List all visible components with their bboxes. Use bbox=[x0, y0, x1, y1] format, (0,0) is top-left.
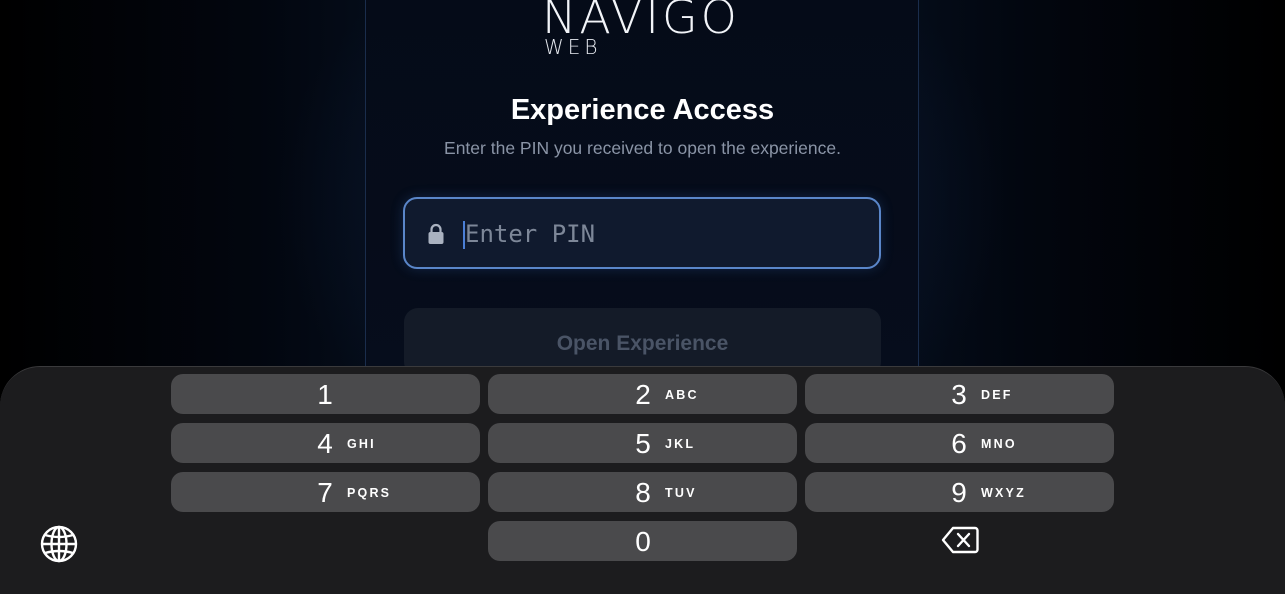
lock-icon bbox=[427, 223, 445, 245]
key-letters: WXYZ bbox=[981, 486, 1026, 500]
key-5[interactable]: 5 JKL bbox=[488, 423, 797, 463]
screen: NAVIGO WEB Experience Access Enter the P… bbox=[0, 0, 1285, 594]
text-caret bbox=[463, 221, 465, 249]
key-letters: TUV bbox=[665, 486, 697, 500]
key-3[interactable]: 3 DEF bbox=[805, 374, 1114, 414]
numeric-keyboard: 1 2 ABC 3 DEF 4 GHI 5 JKL 6 MNO 7 PQRS 8… bbox=[0, 366, 1285, 594]
delete-backspace-icon[interactable] bbox=[941, 525, 979, 555]
key-4[interactable]: 4 GHI bbox=[171, 423, 480, 463]
key-digit: 5 bbox=[635, 428, 651, 459]
key-7[interactable]: 7 PQRS bbox=[171, 472, 480, 512]
page-subtitle: Enter the PIN you received to open the e… bbox=[444, 138, 841, 158]
pin-field[interactable] bbox=[403, 197, 881, 269]
key-digit: 4 bbox=[317, 428, 333, 459]
key-letters: MNO bbox=[981, 437, 1017, 451]
navigo-logo: NAVIGO WEB bbox=[542, 0, 752, 72]
key-letters: PQRS bbox=[347, 486, 392, 500]
key-digit: 1 bbox=[317, 379, 333, 410]
key-digit: 0 bbox=[635, 526, 651, 557]
key-letters: ABC bbox=[665, 388, 699, 402]
key-letters: JKL bbox=[665, 437, 696, 451]
key-digit: 6 bbox=[951, 428, 967, 459]
key-digit: 2 bbox=[635, 379, 651, 410]
key-letters: DEF bbox=[981, 388, 1013, 402]
key-2[interactable]: 2 ABC bbox=[488, 374, 797, 414]
key-letters: GHI bbox=[347, 437, 376, 451]
key-digit: 7 bbox=[317, 477, 333, 508]
key-9[interactable]: 9 WXYZ bbox=[805, 472, 1114, 512]
key-digit: 8 bbox=[635, 477, 651, 508]
logo-subtitle: WEB bbox=[544, 35, 602, 59]
key-6[interactable]: 6 MNO bbox=[805, 423, 1114, 463]
key-8[interactable]: 8 TUV bbox=[488, 472, 797, 512]
globe-icon[interactable] bbox=[40, 525, 78, 563]
page-title: Experience Access bbox=[510, 94, 775, 126]
key-digit: 9 bbox=[951, 477, 967, 508]
key-digit: 3 bbox=[951, 379, 967, 410]
pin-input[interactable] bbox=[463, 215, 855, 253]
key-1[interactable]: 1 bbox=[171, 374, 480, 414]
key-0[interactable]: 0 bbox=[488, 521, 797, 561]
